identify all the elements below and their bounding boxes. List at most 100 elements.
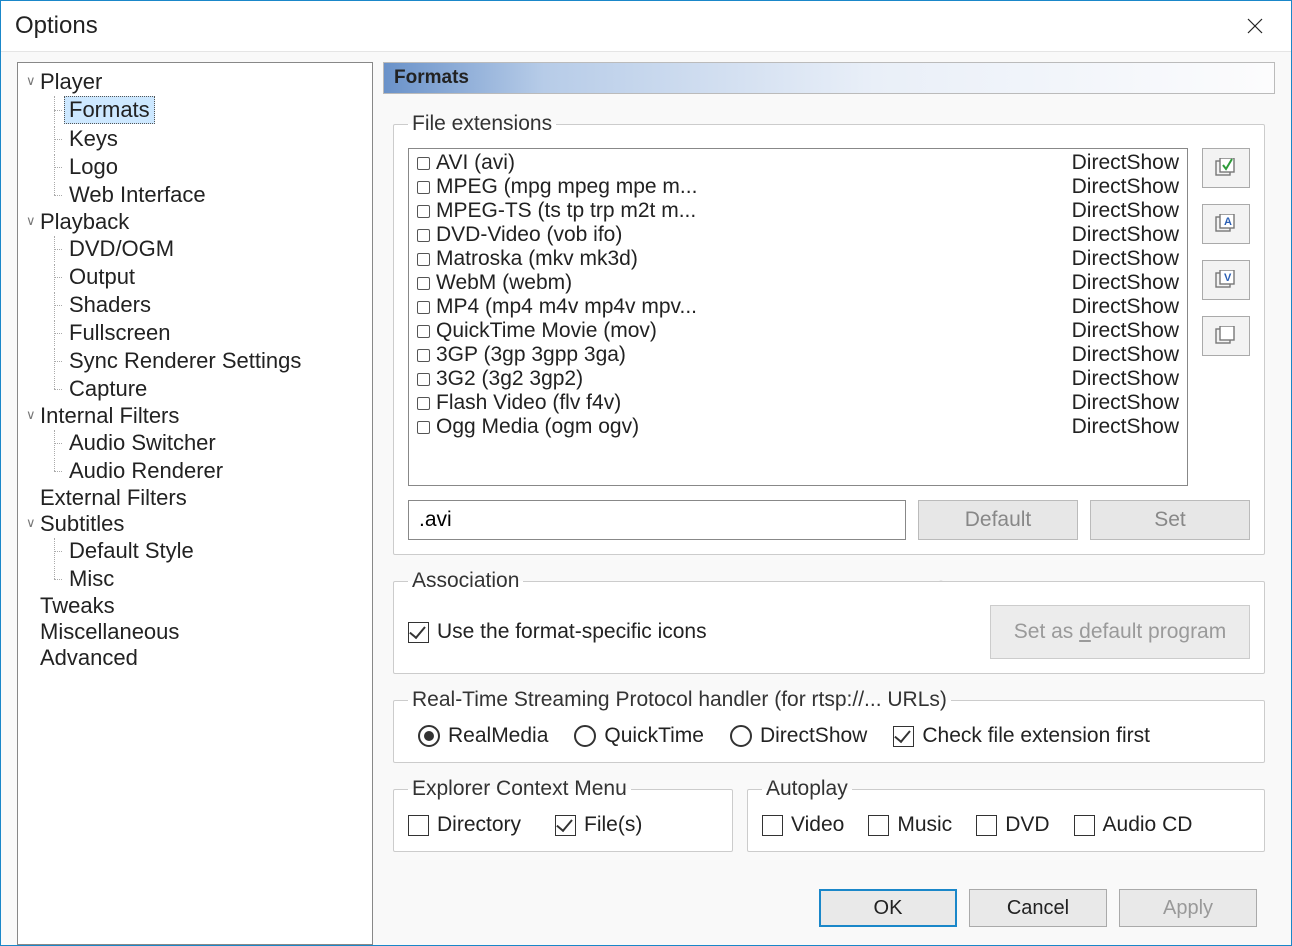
tree-node-audio-switcher[interactable]: Audio Switcher [46, 429, 368, 457]
format-row[interactable]: MP4 (mp4 m4v mp4v mpv... DirectShow [413, 295, 1183, 319]
format-engine: DirectShow [1062, 367, 1179, 391]
format-row[interactable]: WebM (webm) DirectShow [413, 271, 1183, 295]
rtsp-radio-directshow[interactable]: DirectShow [730, 724, 867, 748]
format-checkbox-icon[interactable] [417, 301, 430, 314]
select-audio-button[interactable]: A [1202, 204, 1250, 244]
format-checkbox-icon[interactable] [417, 229, 430, 242]
tree-node-label: Sync Renderer Settings [64, 348, 306, 374]
rtsp-radio-quicktime[interactable]: QuickTime [574, 724, 704, 748]
apply-button[interactable]: Apply [1119, 889, 1257, 927]
tree-node-dvd-ogm[interactable]: DVD/OGM [46, 235, 368, 263]
tree-node-label: Output [64, 264, 140, 290]
tree-branch-icon [46, 320, 64, 346]
tree-node-label: Advanced [40, 645, 138, 670]
tree-node-tweaks[interactable]: Tweaks [26, 593, 368, 619]
autoplay-video-checkbox[interactable]: Video [762, 813, 844, 837]
format-row[interactable]: AVI (avi) DirectShow [413, 151, 1183, 175]
tree-node-label: Web Interface [64, 182, 211, 208]
tree-node-label: Player [40, 69, 102, 94]
format-checkbox-icon[interactable] [417, 373, 430, 386]
tree-node-shaders[interactable]: Shaders [46, 291, 368, 319]
window-title: Options [15, 12, 98, 40]
select-video-button[interactable]: V [1202, 260, 1250, 300]
tree-branch-icon [46, 96, 64, 124]
directory-checkbox[interactable]: Directory [408, 813, 521, 837]
ok-button[interactable]: OK [819, 889, 957, 927]
format-checkbox-icon[interactable] [417, 157, 430, 170]
format-engine: DirectShow [1062, 199, 1179, 223]
format-checkbox-icon[interactable] [417, 277, 430, 290]
autoplay-group: Autoplay VideoMusicDVDAudio CD [747, 777, 1265, 852]
tree-node-label: Internal Filters [40, 403, 179, 428]
tree-node-capture[interactable]: Capture [46, 375, 368, 403]
tree-node-playback[interactable]: ∨Playback [26, 209, 368, 235]
cancel-button[interactable]: Cancel [969, 889, 1107, 927]
tree-node-keys[interactable]: Keys [46, 125, 368, 153]
tree-node-internal-filters[interactable]: ∨Internal Filters [26, 403, 368, 429]
format-row[interactable]: MPEG-TS (ts tp trp m2t m... DirectShow [413, 199, 1183, 223]
tree-node-audio-renderer[interactable]: Audio Renderer [46, 457, 368, 485]
set-default-program-button[interactable]: Set as default program [990, 605, 1250, 659]
tree-node-default-style[interactable]: Default Style [46, 537, 368, 565]
tree-node-output[interactable]: Output [46, 263, 368, 291]
select-none-button[interactable] [1202, 316, 1250, 356]
default-button[interactable]: Default [918, 500, 1078, 540]
format-name: MP4 (mp4 m4v mp4v mpv... [436, 295, 1062, 319]
tree-branch-icon [46, 348, 64, 374]
format-checkbox-icon[interactable] [417, 253, 430, 266]
check-ext-first-checkbox[interactable]: Check file extension first [893, 724, 1150, 748]
panel-body: File extensions AVI (avi) DirectShow MPE… [383, 94, 1275, 873]
rtsp-radio-realmedia[interactable]: RealMedia [418, 724, 548, 748]
format-row[interactable]: MPEG (mpg mpeg mpe m... DirectShow [413, 175, 1183, 199]
tree-node-logo[interactable]: Logo [46, 153, 368, 181]
format-checkbox-icon[interactable] [417, 397, 430, 410]
checkbox-icon [893, 726, 914, 747]
use-format-icons-checkbox[interactable]: Use the format-specific icons [408, 620, 707, 644]
close-button[interactable] [1233, 9, 1277, 43]
format-engine: DirectShow [1062, 415, 1179, 439]
tree-branch-icon [46, 292, 64, 318]
format-checkbox-icon[interactable] [417, 181, 430, 194]
tree-node-label: DVD/OGM [64, 236, 179, 262]
format-row[interactable]: Ogg Media (ogm ogv) DirectShow [413, 415, 1183, 439]
format-checkbox-icon[interactable] [417, 205, 430, 218]
format-name: AVI (avi) [436, 151, 1062, 175]
select-video-icon: V [1215, 270, 1237, 290]
autoplay-dvd-checkbox[interactable]: DVD [976, 813, 1049, 837]
format-row[interactable]: Matroska (mkv mk3d) DirectShow [413, 247, 1183, 271]
format-row[interactable]: 3G2 (3g2 3gp2) DirectShow [413, 367, 1183, 391]
format-row[interactable]: 3GP (3gp 3gpp 3ga) DirectShow [413, 343, 1183, 367]
tree-node-advanced[interactable]: Advanced [26, 645, 368, 671]
format-row[interactable]: DVD-Video (vob ifo) DirectShow [413, 223, 1183, 247]
tree-node-formats[interactable]: Formats [46, 95, 368, 125]
autoplay-audio-cd-checkbox[interactable]: Audio CD [1074, 813, 1193, 837]
format-list[interactable]: AVI (avi) DirectShow MPEG (mpg mpeg mpe … [408, 148, 1188, 486]
category-tree[interactable]: ∨PlayerFormatsKeysLogoWeb Interface∨Play… [17, 62, 373, 945]
tree-node-player[interactable]: ∨Player [26, 69, 368, 95]
tree-node-web-interface[interactable]: Web Interface [46, 181, 368, 209]
tree-node-fullscreen[interactable]: Fullscreen [46, 319, 368, 347]
tree-node-misc[interactable]: Misc [46, 565, 368, 593]
format-row[interactable]: QuickTime Movie (mov) DirectShow [413, 319, 1183, 343]
format-checkbox-icon[interactable] [417, 421, 430, 434]
checkbox-icon [762, 815, 783, 836]
tree-node-label: Misc [64, 566, 119, 592]
autoplay-music-checkbox[interactable]: Music [868, 813, 952, 837]
tree-node-miscellaneous[interactable]: Miscellaneous [26, 619, 368, 645]
format-name: 3G2 (3g2 3gp2) [436, 367, 1062, 391]
format-checkbox-icon[interactable] [417, 349, 430, 362]
tree-branch-icon [46, 430, 64, 456]
tree-node-external-filters[interactable]: External Filters [26, 485, 368, 511]
directory-label: Directory [437, 813, 521, 837]
format-name: Matroska (mkv mk3d) [436, 247, 1062, 271]
format-row[interactable]: Flash Video (flv f4v) DirectShow [413, 391, 1183, 415]
tree-node-subtitles[interactable]: ∨Subtitles [26, 511, 368, 537]
tree-node-sync-renderer-settings[interactable]: Sync Renderer Settings [46, 347, 368, 375]
format-checkbox-icon[interactable] [417, 325, 430, 338]
files-checkbox[interactable]: File(s) [555, 813, 642, 837]
set-button[interactable]: Set [1090, 500, 1250, 540]
format-engine: DirectShow [1062, 391, 1179, 415]
format-engine: DirectShow [1062, 271, 1179, 295]
select-all-button[interactable] [1202, 148, 1250, 188]
extension-input[interactable] [408, 500, 906, 540]
